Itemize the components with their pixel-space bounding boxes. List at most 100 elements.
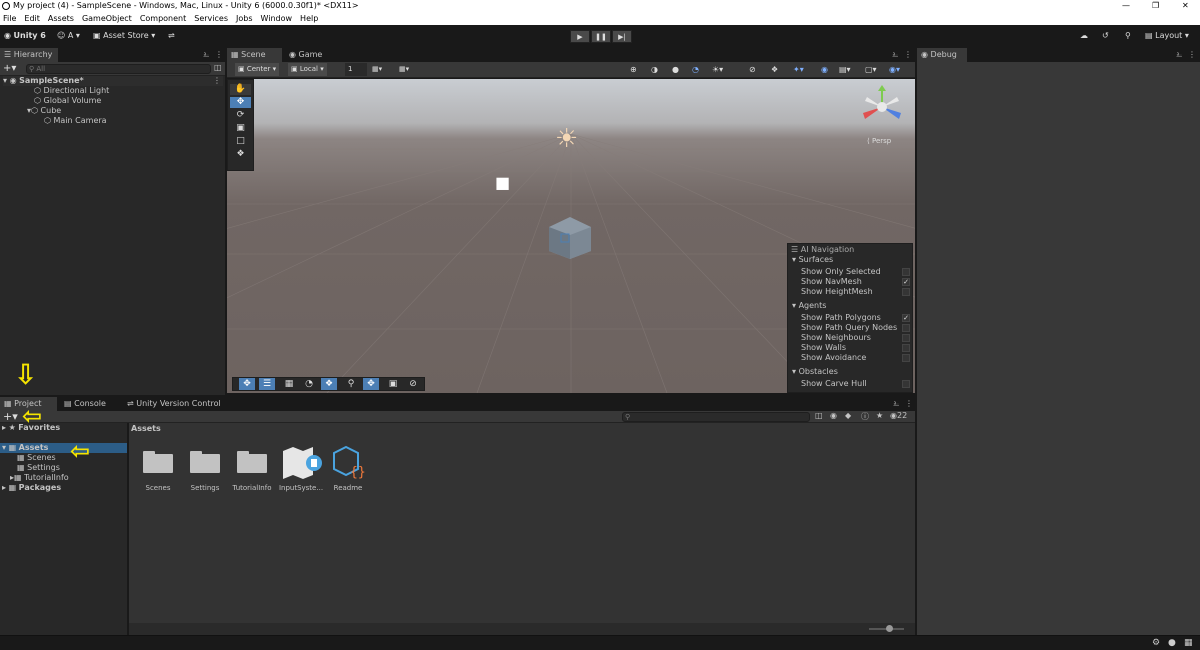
rect-tool-icon[interactable]: □	[230, 136, 251, 147]
tree-item-scenes[interactable]: ▦ Scenes	[17, 453, 56, 463]
more-icon[interactable]: ⋮	[1188, 50, 1196, 59]
view-grid-icon[interactable]: ▦	[281, 378, 297, 390]
search-by-label-icon[interactable]: ◉	[830, 411, 837, 420]
hierarchy-item-main-camera[interactable]: ⬡ Main Camera	[44, 116, 107, 126]
pause-button[interactable]: ❚❚	[591, 30, 611, 43]
view-search-icon[interactable]: ⚲	[343, 378, 359, 390]
ai-nav-title[interactable]: ☰ AI Navigation	[791, 245, 854, 255]
bug-icon[interactable]: ⚙	[1152, 638, 1160, 648]
hierarchy-item-global-volume[interactable]: ⬡ Global Volume	[34, 96, 101, 106]
lock-icon[interactable]: ⎁	[203, 50, 209, 60]
gizmos-icon[interactable]: ◉▾	[889, 62, 900, 78]
menu-edit[interactable]: Edit	[24, 14, 40, 23]
camera-icon[interactable]: ▢▾	[865, 62, 877, 78]
account-button[interactable]: ◉ Unity 6	[4, 28, 46, 44]
search-options-icon[interactable]: ◫	[214, 63, 222, 72]
gizmo-orientation-icon[interactable]: ⊕	[630, 62, 637, 78]
hierarchy-item-cube[interactable]: ▾⬡ Cube	[27, 106, 61, 116]
tab-scene[interactable]: ▦ Scene	[227, 48, 282, 62]
asset-store-button[interactable]: ▣ Asset Store ▾	[93, 28, 155, 44]
show-avoidance-checkbox[interactable]	[902, 354, 910, 362]
more-icon[interactable]: ⋮	[904, 50, 912, 59]
orientation-gizmo[interactable]	[855, 83, 909, 129]
grid-snap-icon[interactable]: ▦▾	[372, 63, 382, 76]
navigation-overlay-icon[interactable]: ✦▾	[793, 62, 804, 78]
show-only-selected-checkbox[interactable]	[902, 268, 910, 276]
space-dropdown[interactable]: ▣ Local ▾	[288, 63, 327, 76]
more-icon[interactable]: ⋮	[215, 50, 223, 59]
cloud-icon[interactable]: ☁	[1080, 28, 1088, 44]
scale-tool-icon[interactable]: ▣	[230, 123, 251, 134]
visibility-icon[interactable]: ◉	[821, 62, 828, 78]
shading-lit-icon[interactable]: ◔	[692, 62, 699, 78]
menu-help[interactable]: Help	[300, 14, 318, 23]
project-search-input[interactable]: ⚲	[622, 412, 810, 422]
search-by-type-icon[interactable]: ◫	[815, 411, 823, 420]
shading-wire-icon[interactable]: ◑	[651, 62, 658, 78]
tag-icon[interactable]: ◆	[845, 411, 851, 420]
menu-jobs[interactable]: Jobs	[236, 14, 253, 23]
increment-snap-icon[interactable]: ▦▾	[399, 63, 409, 76]
folder-scenes-icon[interactable]	[143, 449, 173, 473]
readme-asset-icon[interactable]: {}	[332, 445, 368, 480]
version-control-icon[interactable]: ⇌	[168, 28, 175, 44]
pivot-dropdown[interactable]: ▣ Center ▾	[235, 63, 280, 76]
move-tool-icon[interactable]: ✥	[230, 97, 251, 108]
sun-light-icon[interactable]: ☀	[555, 126, 578, 152]
show-path-query-nodes-checkbox[interactable]	[902, 324, 910, 332]
tree-item-packages[interactable]: ▸ ▦ Packages	[2, 483, 61, 493]
effects-icon[interactable]: ❖	[771, 62, 778, 78]
minimize-button[interactable]: —	[1122, 0, 1130, 12]
hand-tool-icon[interactable]: ✋	[230, 84, 251, 95]
camera-gizmo-icon[interactable]: ■	[495, 175, 510, 191]
view-move-icon[interactable]: ✥	[239, 378, 255, 390]
persp-label[interactable]: ⟨ Persp	[867, 137, 891, 145]
show-path-polygons-checkbox[interactable]: ✓	[902, 314, 910, 322]
show-heightmesh-checkbox[interactable]	[902, 288, 910, 296]
auto-icon[interactable]: ●	[1168, 638, 1176, 648]
user-button[interactable]: ☺ A ▾	[57, 28, 80, 44]
transform-tool-icon[interactable]: ❖	[230, 149, 251, 160]
surfaces-foldout[interactable]: ▾ Surfaces	[792, 255, 833, 265]
menu-file[interactable]: File	[3, 14, 16, 23]
show-carve-hull-checkbox[interactable]	[902, 380, 910, 388]
hierarchy-item-directional-light[interactable]: ⬡ Directional Light	[34, 86, 109, 96]
info-icon[interactable]: ⓘ	[861, 411, 869, 422]
zoom-slider-thumb[interactable]	[886, 625, 893, 632]
agents-foldout[interactable]: ▾ Agents	[792, 301, 826, 311]
lock-icon[interactable]: ⎁	[892, 50, 898, 60]
input-system-asset-icon[interactable]	[281, 445, 327, 479]
menu-component[interactable]: Component	[140, 14, 186, 23]
lock-icon[interactable]: ⎁	[1176, 50, 1182, 60]
grid-size-input[interactable]: 1	[345, 63, 367, 76]
tab-game[interactable]: ◉ Game	[285, 48, 330, 62]
menu-services[interactable]: Services	[194, 14, 228, 23]
lock-icon[interactable]: ⎁	[893, 399, 899, 409]
tab-console[interactable]: ▤ Console	[60, 397, 120, 411]
shading-shaded-icon[interactable]: ●	[672, 62, 679, 78]
more-icon[interactable]: ⋮	[905, 399, 913, 408]
progress-icon[interactable]: ▦	[1184, 638, 1193, 648]
menu-assets[interactable]: Assets	[48, 14, 74, 23]
layout-button[interactable]: ▤ Layout ▾	[1145, 28, 1189, 44]
scene-menu-icon[interactable]: ⋮	[213, 76, 221, 86]
view-shade-icon[interactable]: ◔	[301, 378, 317, 390]
tab-unity-version-control[interactable]: ⇌ Unity Version Control	[123, 397, 233, 411]
folder-tutorialinfo-icon[interactable]	[237, 449, 267, 473]
menu-gameobject[interactable]: GameObject	[82, 14, 132, 23]
step-button[interactable]: ▶|	[612, 30, 632, 43]
tree-item-tutorialinfo[interactable]: ▸▦ TutorialInfo	[10, 473, 69, 483]
add-icon[interactable]: +▾	[3, 63, 16, 74]
cube-object[interactable]	[549, 217, 591, 259]
view-nodes-icon[interactable]: ❖	[321, 378, 337, 390]
show-navmesh-checkbox[interactable]: ✓	[902, 278, 910, 286]
show-neighbours-checkbox[interactable]	[902, 334, 910, 342]
scene-row[interactable]: ▾ ◉ SampleScene* ⋮	[3, 76, 223, 86]
folder-settings-icon[interactable]	[190, 449, 220, 473]
play-button[interactable]: ▶	[570, 30, 590, 43]
search-input[interactable]: ⚲ All	[26, 64, 211, 74]
tab-hierarchy[interactable]: ☰ Hierarchy	[0, 48, 58, 62]
rotate-tool-icon[interactable]: ⟳	[230, 110, 251, 121]
create-add-icon[interactable]: +▾	[3, 410, 18, 423]
menu-window[interactable]: Window	[261, 14, 293, 23]
